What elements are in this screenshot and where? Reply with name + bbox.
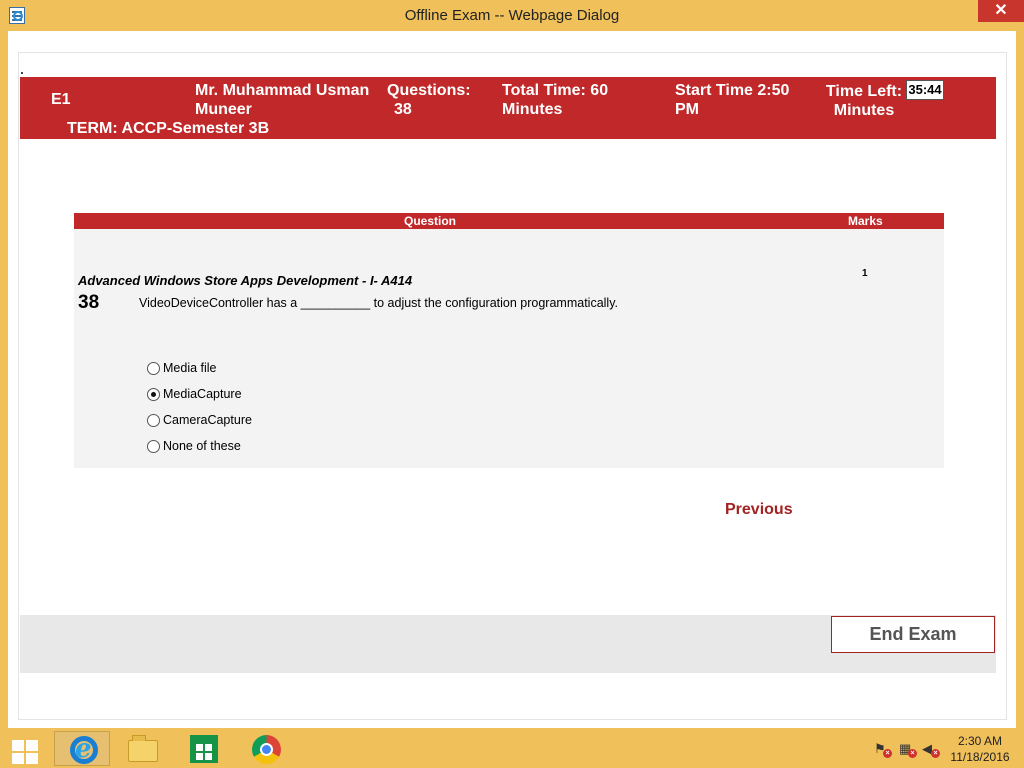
option-label[interactable]: None of these: [163, 439, 241, 453]
start-time-line1: Start Time 2:50: [675, 82, 790, 99]
column-header-marks: Marks: [848, 214, 883, 228]
column-header-question: Question: [404, 214, 457, 228]
start-button[interactable]: [0, 731, 56, 766]
question-number: 38: [78, 292, 100, 313]
start-time-line2: PM: [675, 101, 699, 118]
file-explorer-icon[interactable]: [114, 731, 170, 766]
radio-button[interactable]: [147, 440, 160, 453]
taskbar: e ⚑ × ▦ × ◀ × 2:30 AM 11/18/2016: [0, 728, 1024, 768]
questions-value: 38: [394, 101, 412, 118]
subject-title: Advanced Windows Store Apps Development …: [78, 273, 413, 288]
question-table: Question Marks Advanced Windows Store Ap…: [74, 213, 944, 468]
store-icon[interactable]: [176, 731, 232, 766]
dialog-body: E1 Mr. Muhammad Usman Muneer Questions: …: [8, 31, 1016, 728]
total-time-line2: Minutes: [502, 101, 563, 118]
action-center-flag-icon[interactable]: ⚑ ×: [874, 740, 892, 758]
radio-button-selected[interactable]: [147, 388, 160, 401]
internet-explorer-icon[interactable]: e: [54, 731, 110, 766]
option-label[interactable]: Media file: [163, 361, 217, 375]
candidate-name: Mr. Muhammad Usman Muneer: [195, 81, 380, 119]
windows-logo-icon: [12, 740, 38, 764]
previous-link[interactable]: Previous: [725, 501, 793, 519]
stray-dot: [21, 72, 23, 74]
radio-button[interactable]: [147, 414, 160, 427]
time-left-label: Time Left:: [825, 83, 903, 100]
radio-button[interactable]: [147, 362, 160, 375]
questions-count: Questions: 38: [387, 81, 482, 119]
term-label: TERM: ACCP-Semester 3B: [67, 120, 270, 137]
chrome-icon[interactable]: [238, 731, 294, 766]
window-title: Offline Exam -- Webpage Dialog: [404, 7, 620, 24]
total-time: Total Time: 60 Minutes: [502, 81, 652, 119]
question-table-header: Question Marks: [74, 213, 944, 229]
time-left: Time Left: Minutes: [819, 82, 909, 120]
start-time: Start Time 2:50 PM: [675, 81, 810, 119]
close-button[interactable]: ✕: [978, 0, 1024, 22]
clock-date: 11/18/2016: [950, 750, 1010, 764]
footer-bar: End Exam: [20, 615, 996, 673]
option-label[interactable]: MediaCapture: [163, 387, 242, 401]
clock-time: 2:30 AM: [957, 734, 1003, 748]
title-bar: Offline Exam -- Webpage Dialog ✕: [0, 0, 1024, 32]
exam-header: E1 Mr. Muhammad Usman Muneer Questions: …: [20, 77, 996, 139]
question-text: VideoDeviceController has a __________ t…: [139, 296, 618, 310]
countdown-timer: 35:44: [906, 80, 944, 100]
network-icon[interactable]: ▦ ×: [899, 740, 917, 758]
time-left-unit: Minutes: [833, 102, 895, 119]
questions-label: Questions:: [387, 82, 471, 99]
total-time-line1: Total Time: 60: [502, 82, 609, 99]
candidate-name-line1: Mr. Muhammad Usman: [195, 82, 370, 99]
question-marks: 1: [862, 268, 868, 279]
volume-muted-icon[interactable]: ◀ ×: [922, 740, 940, 758]
exam-code: E1: [51, 91, 71, 108]
system-clock[interactable]: 2:30 AM 11/18/2016: [945, 733, 1015, 765]
candidate-name-line2: Muneer: [195, 101, 252, 118]
end-exam-button[interactable]: End Exam: [831, 616, 995, 653]
option-label[interactable]: CameraCapture: [163, 413, 252, 427]
